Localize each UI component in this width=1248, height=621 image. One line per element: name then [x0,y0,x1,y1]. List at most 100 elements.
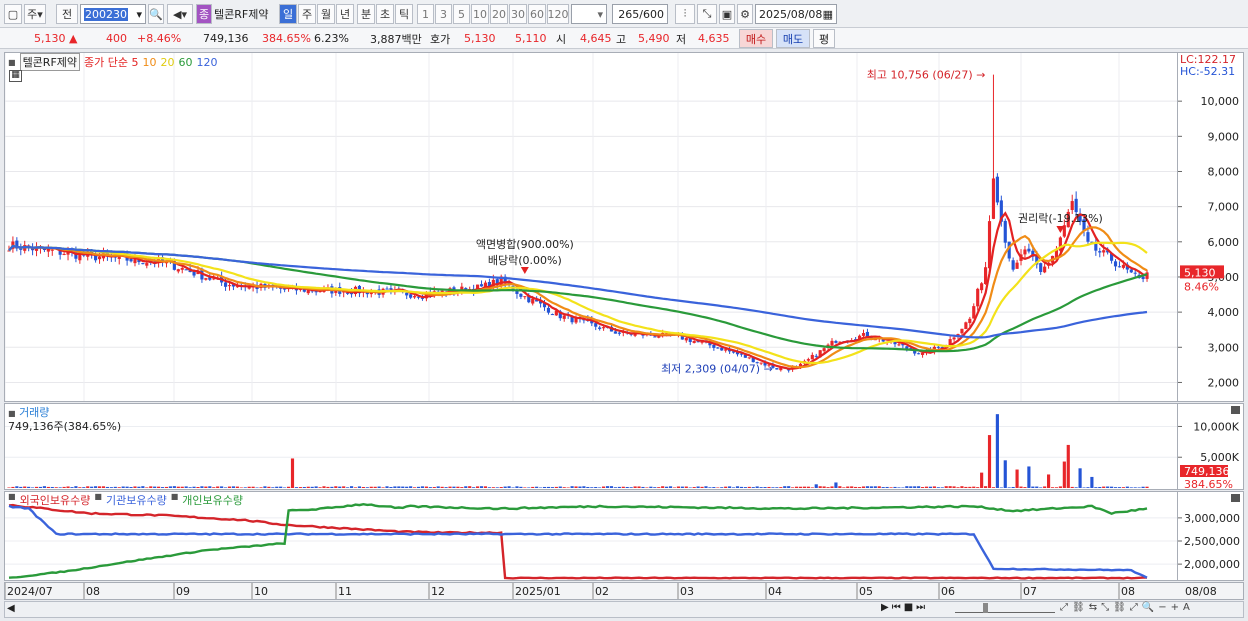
volume-bar [861,486,866,488]
volume-bar [1023,487,1027,488]
stock-code-input[interactable]: 200230 ▾ [80,4,146,24]
candle-body [814,355,818,357]
candle-body [1121,264,1125,268]
volume-bar [1110,486,1114,488]
scroll-bar[interactable]: ◀ ▶ ⏮ ■ ⏭ ⤢ ⛓ ⇆ ⤡ ⛓ ⤢ 🔍 − + A [4,601,1244,618]
text-tool-icon[interactable]: A [1183,602,1190,613]
window-menu-icon[interactable]: ▢ [4,4,22,24]
price-panel[interactable]: 최고 10,756 (06/27) → 최저 2,309 (04/07) → 액면병… [4,52,1178,402]
volume-bar [428,487,432,488]
sell-button[interactable]: 매도 [776,29,810,48]
price-chart[interactable]: 최고 10,756 (06/27) → 최저 2,309 (04/07) → 액면병… [4,53,1177,401]
volume-bar [267,486,271,488]
fit-icon[interactable]: ⤢ [1060,602,1068,613]
date-field[interactable]: 2025/08/08 ▦ [755,4,837,24]
zoom-slider[interactable] [955,603,1055,613]
interval-tab-10[interactable]: 10 [471,4,489,24]
interval-tab-120[interactable]: 120 [547,4,569,24]
interval-tab-5[interactable]: 5 [453,4,470,24]
volume-bar [901,487,905,488]
minus-icon[interactable]: − [1158,602,1166,613]
holdings-tick-label: 2,500,000 [1184,535,1240,548]
volume-bar [936,487,940,488]
volume-bar [373,486,377,488]
legend-individual[interactable]: 개인보유수량 [182,492,243,508]
period-tab-minute[interactable]: 분 [357,4,375,24]
volume-bar [46,486,50,488]
period-tab-day[interactable]: 일 [279,4,297,24]
volume-bar [86,486,90,488]
search-icon[interactable]: 🔍 [148,4,164,24]
crop-icon[interactable]: ⤢ [1130,602,1138,613]
count-field[interactable]: 265/600 [612,4,668,24]
period-tab-year[interactable]: 년 [336,4,354,24]
candle-body [712,344,716,348]
chart-link-icon[interactable]: ⛓ [1113,602,1126,613]
candle-body [692,340,696,343]
line-tool-icon[interactable]: ⤡ [697,4,717,24]
volume-bar [917,486,921,488]
volume-bar [818,486,822,488]
interval-dropdown[interactable]: ▾ [571,4,607,24]
plus-icon[interactable]: + [1171,602,1179,613]
eval-button[interactable]: 평 [813,29,835,48]
legend-ma60[interactable]: 60 [179,56,193,69]
candle-type-icon[interactable]: ⫶ [675,4,695,24]
rewind-icon[interactable]: ⏮ [892,602,901,613]
close-icon[interactable] [1231,406,1240,414]
volume-bar [550,487,554,488]
period-tab-month[interactable]: 월 [317,4,335,24]
volume-bar [617,486,621,488]
legend-foreign[interactable]: 외국인보유수량 [20,492,91,508]
stop-icon[interactable]: ■ [904,602,913,613]
volume-bar [987,435,992,488]
save-icon[interactable]: ▣ [719,4,735,24]
interval-tab-30[interactable]: 30 [509,4,527,24]
volume-bar [1039,487,1043,488]
zoom-slider-thumb[interactable] [983,603,988,613]
period-tab-second[interactable]: 초 [376,4,394,24]
legend-institution[interactable]: 기관보유수량 [106,492,167,508]
x-tick-label: 09 [176,585,190,598]
forward-icon[interactable]: ⏭ [916,602,925,613]
high-price: 5,490 [638,32,670,45]
interval-tab-3[interactable]: 3 [435,4,452,24]
play-icon[interactable]: ▶ [881,602,889,613]
volume-bar [562,487,566,488]
volume-bar [743,487,747,488]
market-select[interactable]: 주 ▾ [24,4,46,24]
link-icon[interactable]: ⛓ [1072,602,1085,613]
interval-tab-60[interactable]: 60 [528,4,546,24]
volume-chart[interactable] [5,404,1177,489]
prev-button[interactable]: 전 [56,4,78,24]
volume-bar [830,486,834,488]
period-tab-tick[interactable]: 틱 [395,4,413,24]
volume-bar [696,486,700,488]
compare-icon[interactable]: ⇆ [1089,602,1097,613]
speaker-icon[interactable]: ◀▾ [167,4,193,24]
gear-icon[interactable]: ⚙ [737,4,753,24]
scroll-left-icon[interactable]: ◀ [7,603,15,614]
volume-bar [180,486,184,488]
legend-ma5[interactable]: 종가 단순 5 [84,54,138,70]
calculator-icon[interactable]: ▦ [9,70,22,82]
period-tab-week[interactable]: 주 [298,4,316,24]
legend-ma20[interactable]: 20 [161,56,175,69]
zoom-icon[interactable]: 🔍 [1142,602,1154,613]
volume-bar [645,487,649,488]
volume-bar [771,487,775,488]
legend-ma120[interactable]: 120 [197,56,218,69]
holdings-panel[interactable]: ■ 외국인보유수량 ■ 기관보유수량 ■ 개인보유수량 [4,491,1178,581]
interval-tab-20[interactable]: 20 [490,4,508,24]
close-icon[interactable] [1231,494,1240,502]
candle-body [897,344,901,346]
interval-tab-1[interactable]: 1 [417,4,434,24]
volume-bar [834,482,838,488]
legend-ma10[interactable]: 10 [143,56,157,69]
volume-bar [798,486,803,488]
buy-button[interactable]: 매수 [739,29,773,48]
expand-icon[interactable]: ⤡ [1101,602,1109,613]
volume-bar [94,486,98,488]
volume-panel[interactable]: ■ 거래량 749,136주(384.65%) [4,403,1178,490]
volume-bar [854,486,858,488]
